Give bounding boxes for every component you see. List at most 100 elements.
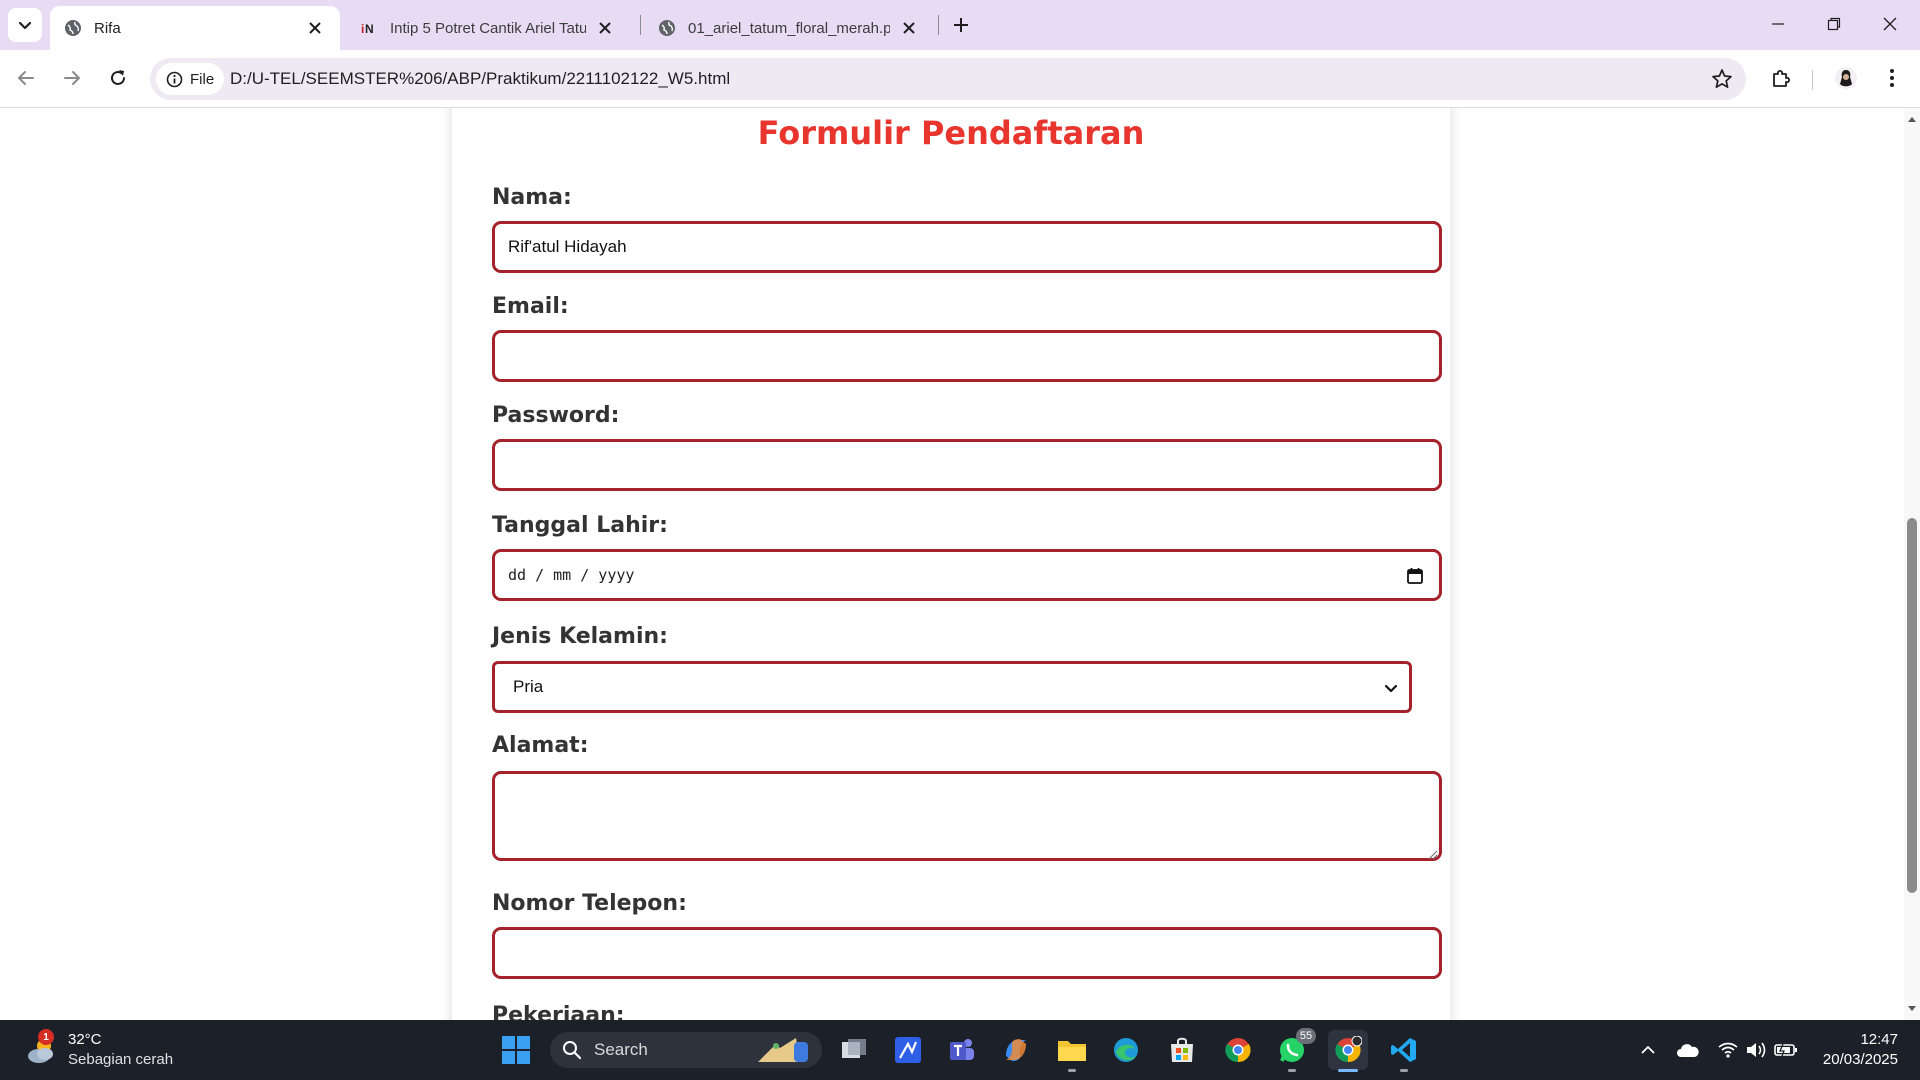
system-clock[interactable]: 12:47 20/03/2025 bbox=[1823, 1030, 1898, 1070]
whiteboard-app-icon bbox=[895, 1037, 921, 1063]
weather-desc: Sebagian cerah bbox=[68, 1051, 174, 1068]
resize-grip-icon[interactable] bbox=[1426, 845, 1438, 860]
toolbar-divider bbox=[1812, 70, 1813, 90]
profile-button[interactable] bbox=[1828, 60, 1864, 96]
chevron-up-icon bbox=[1641, 1045, 1655, 1054]
tanggal-lahir-input[interactable]: dd / mm / yyyy bbox=[492, 549, 1442, 601]
taskbar-app-chrome-profile[interactable] bbox=[1328, 1030, 1368, 1072]
scroll-down-icon[interactable] bbox=[1907, 1004, 1917, 1014]
chevron-down-icon bbox=[1381, 678, 1401, 698]
taskbar-app-pen[interactable] bbox=[888, 1030, 928, 1070]
show-hidden-icons-button[interactable] bbox=[1636, 1038, 1660, 1062]
close-icon[interactable] bbox=[594, 17, 616, 39]
running-indicator bbox=[1338, 1069, 1358, 1072]
reload-button[interactable] bbox=[100, 60, 136, 96]
reload-icon bbox=[111, 70, 125, 85]
close-icon[interactable] bbox=[898, 17, 920, 39]
onedrive-icon[interactable] bbox=[1676, 1038, 1700, 1062]
notification-badge: 55 bbox=[1296, 1028, 1316, 1044]
chrome-icon bbox=[1225, 1038, 1251, 1063]
wifi-icon[interactable] bbox=[1716, 1038, 1740, 1062]
weather-widget[interactable]: 1 32°C Sebagian cerah bbox=[24, 1029, 174, 1070]
alamat-textarea[interactable] bbox=[492, 771, 1442, 861]
taskbar-app-chrome[interactable] bbox=[1218, 1030, 1258, 1070]
email-input[interactable] bbox=[492, 330, 1442, 382]
site-info-chip[interactable]: File bbox=[156, 63, 225, 95]
page-scrollbar[interactable] bbox=[1904, 108, 1920, 1020]
tab-search-button[interactable] bbox=[8, 8, 42, 42]
taskbar-app-edge[interactable] bbox=[1106, 1030, 1146, 1070]
close-window-button[interactable] bbox=[1862, 0, 1918, 48]
nomor-telepon-input[interactable] bbox=[492, 927, 1442, 979]
clock-date: 20/03/2025 bbox=[1822, 1051, 1898, 1068]
taskbar-search[interactable]: Search bbox=[550, 1032, 822, 1068]
tab-ariel-tatum-png[interactable]: 01_ariel_tatum_floral_merah.png bbox=[644, 6, 934, 50]
taskbar-app-vscode[interactable] bbox=[1384, 1030, 1424, 1072]
puzzle-icon bbox=[1773, 70, 1790, 87]
tab-title: Rifa bbox=[94, 19, 121, 37]
kebab-menu-icon bbox=[1890, 69, 1894, 87]
taskbar-app-copilot[interactable] bbox=[996, 1030, 1036, 1070]
task-view-button[interactable] bbox=[834, 1030, 874, 1070]
svg-text:i: i bbox=[361, 22, 364, 36]
address-bar[interactable]: File D:/U-TEL/SEEMSTER%206/ABP/Praktikum… bbox=[150, 58, 1746, 100]
tanggal-lahir-value: dd / mm / yyyy bbox=[508, 566, 635, 584]
back-button[interactable] bbox=[8, 60, 44, 96]
arrow-left-icon bbox=[18, 71, 34, 85]
windows-logo-icon bbox=[502, 1036, 530, 1064]
copilot-icon bbox=[1006, 1039, 1026, 1061]
url-text[interactable]: D:/U-TEL/SEEMSTER%206/ABP/Praktikum/2211… bbox=[230, 69, 730, 89]
idn-icon: iN bbox=[360, 19, 378, 37]
tab-separator bbox=[640, 15, 641, 35]
globe-icon bbox=[64, 19, 82, 37]
vscode-icon bbox=[1391, 1038, 1416, 1062]
start-button[interactable] bbox=[496, 1030, 536, 1070]
chrome-profile-icon bbox=[1335, 1036, 1362, 1063]
taskbar-app-teams[interactable] bbox=[942, 1030, 982, 1070]
bookmark-star-icon[interactable] bbox=[1710, 67, 1734, 91]
search-icon bbox=[562, 1040, 582, 1060]
volume-icon[interactable] bbox=[1744, 1038, 1768, 1062]
tab-separator bbox=[938, 15, 939, 35]
email-label: Email: bbox=[492, 294, 569, 319]
taskbar-app-store[interactable] bbox=[1162, 1030, 1202, 1070]
globe-icon bbox=[658, 19, 676, 37]
password-label: Password: bbox=[492, 403, 620, 428]
taskbar-app-file-explorer[interactable] bbox=[1052, 1030, 1092, 1072]
calendar-icon[interactable] bbox=[1405, 566, 1425, 586]
tab-title: 01_ariel_tatum_floral_merah.png bbox=[688, 19, 890, 37]
search-highlight-icon bbox=[758, 1038, 808, 1062]
jenis-kelamin-value: Pria bbox=[513, 677, 544, 696]
nama-input[interactable]: Rif'atul Hidayah bbox=[492, 221, 1442, 273]
new-tab-button[interactable] bbox=[946, 10, 976, 40]
scrollbar-thumb[interactable] bbox=[1907, 518, 1917, 893]
browser-toolbar: File D:/U-TEL/SEEMSTER%206/ABP/Praktikum… bbox=[0, 50, 1920, 108]
scroll-up-icon[interactable] bbox=[1907, 114, 1917, 124]
store-icon bbox=[1171, 1037, 1193, 1062]
restore-button[interactable] bbox=[1806, 0, 1862, 48]
pekerjaan-label: Pekerjaan: bbox=[492, 1003, 625, 1020]
taskbar-app-whatsapp[interactable]: 55 bbox=[1272, 1028, 1316, 1072]
minimize-button[interactable] bbox=[1750, 0, 1806, 48]
battery-icon[interactable] bbox=[1774, 1038, 1798, 1062]
jenis-kelamin-label: Jenis Kelamin: bbox=[492, 624, 668, 649]
tab-rifa[interactable]: Rifa bbox=[50, 6, 340, 50]
avatar bbox=[1835, 67, 1857, 89]
svg-text:N: N bbox=[365, 22, 374, 36]
weather-alert-badge: 1 bbox=[38, 1029, 54, 1045]
tab-strip: Rifa iN Intip 5 Potret Cantik Ariel Tatu… bbox=[0, 0, 1920, 50]
running-indicator bbox=[1400, 1069, 1408, 1072]
nama-value: Rif'atul Hidayah bbox=[508, 237, 627, 256]
forward-button[interactable] bbox=[54, 60, 90, 96]
extensions-button[interactable] bbox=[1763, 60, 1799, 96]
plus-icon bbox=[954, 18, 968, 32]
partly-cloudy-icon: 1 bbox=[24, 1029, 60, 1068]
close-icon[interactable] bbox=[304, 17, 326, 39]
jenis-kelamin-select[interactable]: Pria bbox=[492, 661, 1412, 713]
windows-taskbar: 1 32°C Sebagian cerah Search 55 12:47 20… bbox=[0, 1020, 1920, 1080]
clock-time: 12:47 bbox=[1860, 1031, 1898, 1048]
form-title-text: Formulir Pendaftaran bbox=[757, 114, 1145, 152]
tab-intip-ariel-tatum[interactable]: iN Intip 5 Potret Cantik Ariel Tatum bbox=[346, 6, 630, 50]
browser-menu-button[interactable] bbox=[1874, 60, 1910, 96]
password-input[interactable] bbox=[492, 439, 1442, 491]
